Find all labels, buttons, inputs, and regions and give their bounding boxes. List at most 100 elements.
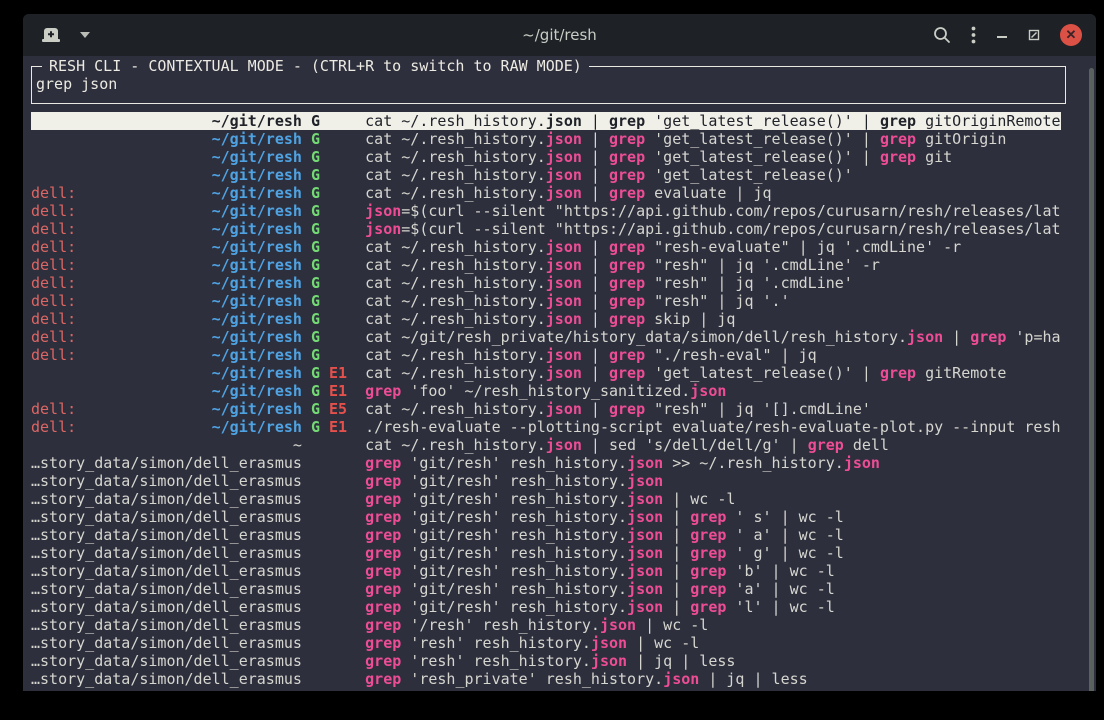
row-directory: ~/git/resh	[212, 346, 302, 364]
row-command: cat ~/.resh_history.	[365, 238, 546, 256]
row-command: git	[916, 148, 952, 166]
row-directory: …story_data/simon/dell_erasmus	[31, 652, 302, 670]
new-tab-icon[interactable]	[41, 27, 61, 43]
match-highlight: grep	[609, 130, 645, 148]
history-row[interactable]: …story_data/simon/dell_erasmus grep 'git…	[31, 580, 835, 598]
row-command: |	[943, 328, 970, 346]
row-flag-git: G	[311, 364, 320, 382]
row-command: 'git/resh' resh_history.	[401, 562, 627, 580]
row-command: |	[582, 292, 609, 310]
match-highlight: json	[844, 454, 880, 472]
scrollbar[interactable]	[1089, 68, 1094, 691]
match-highlight: json	[627, 472, 663, 490]
match-highlight: json	[546, 346, 582, 364]
row-directory: ~/git/resh	[212, 202, 302, 220]
history-row[interactable]: …story_data/simon/dell_erasmus grep 'git…	[31, 544, 844, 562]
menu-icon[interactable]	[971, 26, 976, 44]
history-row[interactable]: …story_data/simon/dell_erasmus grep 'git…	[31, 598, 835, 616]
history-row[interactable]: …story_data/simon/dell_erasmus grep 'git…	[31, 490, 735, 508]
match-highlight: grep	[609, 274, 645, 292]
row-command: "resh-evaluate" | jq '.cmdLine' -r	[645, 238, 961, 256]
match-highlight: json	[546, 130, 582, 148]
history-row[interactable]: dell: ~/git/resh G cat ~/.resh_history.j…	[31, 310, 735, 328]
history-row[interactable]: ~/git/resh G cat ~/.resh_history.json | …	[31, 166, 853, 184]
match-highlight: grep	[365, 634, 401, 652]
match-highlight: json	[546, 400, 582, 418]
row-command: 'resh' resh_history.	[401, 634, 591, 652]
titlebar[interactable]: ~/git/resh	[23, 14, 1096, 56]
history-row[interactable]: …story_data/simon/dell_erasmus grep '/re…	[31, 616, 708, 634]
row-flag-git: G	[311, 130, 320, 148]
history-row[interactable]: …story_data/simon/dell_erasmus grep 'git…	[31, 472, 663, 490]
match-highlight: json	[690, 382, 726, 400]
row-command: cat ~/.resh_history.	[365, 310, 546, 328]
match-highlight: grep	[970, 328, 1006, 346]
row-command: dell	[844, 436, 889, 454]
row-directory: …story_data/simon/dell_erasmus	[31, 526, 302, 544]
history-row[interactable]: ~/git/resh G cat ~/.resh_history.json | …	[31, 112, 1061, 130]
row-directory: ~/git/resh	[212, 256, 302, 274]
row-flag-git: G	[311, 220, 320, 238]
match-highlight: grep	[609, 346, 645, 364]
row-command: |	[663, 598, 690, 616]
history-row[interactable]: …story_data/simon/dell_erasmus grep 'git…	[31, 454, 880, 472]
history-row[interactable]: dell: ~/git/resh G E5 cat ~/.resh_histor…	[31, 400, 871, 418]
row-directory: ~/git/resh	[212, 292, 302, 310]
row-flag-git: G	[311, 166, 320, 184]
history-row[interactable]: …story_data/simon/dell_erasmus grep 'res…	[31, 652, 735, 670]
history-row[interactable]: …story_data/simon/dell_erasmus grep 'res…	[31, 634, 699, 652]
history-row[interactable]: dell: ~/git/resh G json=$(curl --silent …	[31, 220, 1061, 238]
match-highlight: grep	[609, 310, 645, 328]
history-row[interactable]: ~/git/resh G cat ~/.resh_history.json | …	[31, 148, 952, 166]
row-host: dell:	[31, 220, 76, 238]
history-row[interactable]: dell: ~/git/resh G cat ~/.resh_history.j…	[31, 238, 961, 256]
history-row[interactable]: dell: ~/git/resh G cat ~/.resh_history.j…	[31, 184, 772, 202]
history-row[interactable]: dell: ~/git/resh G cat ~/.resh_history.j…	[31, 274, 853, 292]
history-row[interactable]: dell: ~/git/resh G cat ~/.resh_history.j…	[31, 346, 817, 364]
row-command: 'a' | wc -l	[726, 580, 834, 598]
history-row[interactable]: …story_data/simon/dell_erasmus grep 'git…	[31, 508, 844, 526]
history-row[interactable]: …story_data/simon/dell_erasmus grep 'git…	[31, 562, 835, 580]
history-row[interactable]: dell: ~/git/resh G cat ~/.resh_history.j…	[31, 292, 790, 310]
history-row[interactable]: …story_data/simon/dell_erasmus grep 'git…	[31, 526, 844, 544]
row-command: |	[663, 544, 690, 562]
minimize-icon[interactable]	[996, 29, 1008, 41]
row-command: |	[582, 310, 609, 328]
search-icon[interactable]	[933, 26, 951, 44]
history-row[interactable]: ~/git/resh G E1 grep 'foo' ~/resh_histor…	[31, 382, 726, 400]
history-row[interactable]: dell: ~/git/resh G json=$(curl --silent …	[31, 202, 1061, 220]
match-highlight: grep	[365, 580, 401, 598]
history-row[interactable]: …story_data/simon/dell_erasmus grep 'res…	[31, 670, 808, 688]
close-icon[interactable]: ✕	[1060, 24, 1082, 46]
row-command: |	[663, 562, 690, 580]
match-highlight: grep	[365, 670, 401, 688]
row-command: ' s' | wc -l	[726, 508, 843, 526]
match-highlight: json	[365, 220, 401, 238]
row-directory: ~/git/resh	[212, 130, 302, 148]
terminal-window: ~/git/resh	[23, 14, 1096, 691]
match-highlight: grep	[880, 148, 916, 166]
restore-icon[interactable]	[1028, 29, 1040, 41]
history-row[interactable]: dell: ~/git/resh G E1 ./resh-evaluate --…	[31, 418, 1061, 436]
row-flag-git: G	[311, 238, 320, 256]
history-row[interactable]: ~/git/resh G cat ~/.resh_history.json | …	[31, 130, 1006, 148]
match-highlight: grep	[609, 400, 645, 418]
row-flag-git: G	[311, 274, 320, 292]
row-command: | jq | less	[699, 670, 807, 688]
row-command: cat ~/.resh_history.	[365, 274, 546, 292]
row-command: gitRemote	[916, 364, 1006, 382]
row-directory: …story_data/simon/dell_erasmus	[31, 598, 302, 616]
row-command: 'git/resh' resh_history.	[401, 598, 627, 616]
row-directory: …story_data/simon/dell_erasmus	[31, 472, 302, 490]
history-row[interactable]: ~/git/resh G E1 cat ~/.resh_history.json…	[31, 364, 1006, 382]
row-directory: …story_data/simon/dell_erasmus	[31, 580, 302, 598]
history-row[interactable]: ~ cat ~/.resh_history.json | sed 's/dell…	[31, 436, 889, 454]
row-command: 'git/resh' resh_history.	[401, 526, 627, 544]
row-command: cat ~/.resh_history.	[365, 400, 546, 418]
history-row[interactable]: dell: ~/git/resh G cat ~/.resh_history.j…	[31, 256, 880, 274]
resh-query-box[interactable]: RESH CLI - CONTEXTUAL MODE - (CTRL+R to …	[31, 66, 1066, 104]
row-host: dell:	[31, 292, 76, 310]
history-row[interactable]: dell: ~/git/resh G cat ~/git/resh_privat…	[31, 328, 1061, 346]
tabs-dropdown-icon[interactable]	[79, 31, 91, 39]
row-command: cat ~/.resh_history.	[365, 292, 546, 310]
